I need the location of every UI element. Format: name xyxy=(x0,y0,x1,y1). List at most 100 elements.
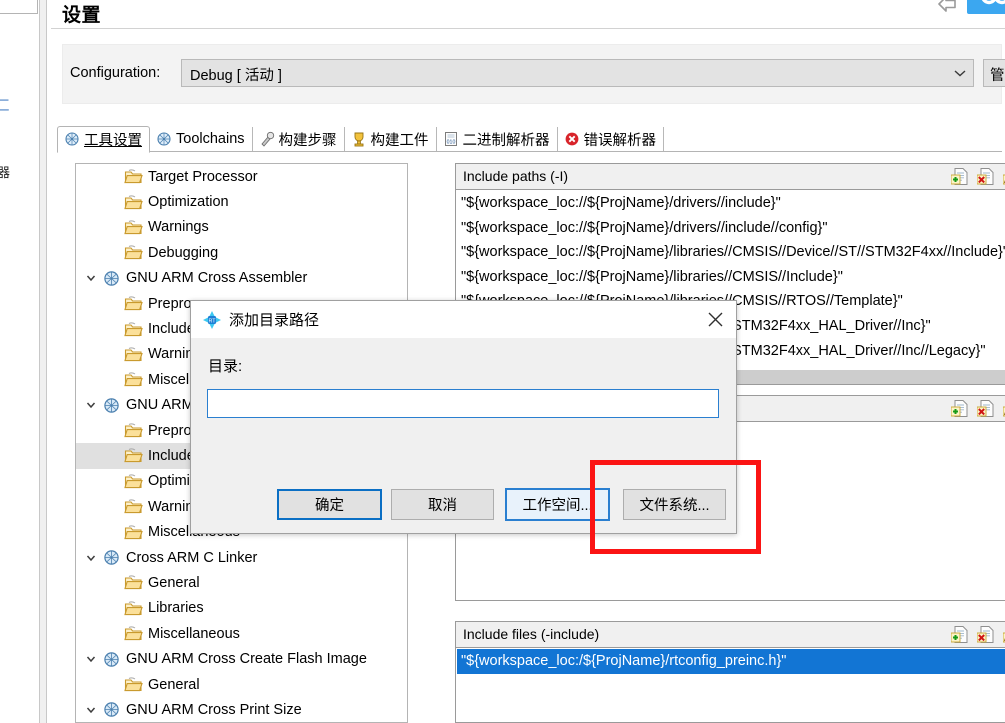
tab-2[interactable]: Toolchains xyxy=(150,127,253,152)
build-artifact-icon xyxy=(351,131,367,147)
tab-label: 构建工件 xyxy=(370,132,429,149)
dialog-button-4[interactable]: 文件系统... xyxy=(623,489,726,520)
folder-icon xyxy=(124,371,143,388)
tree-item-3[interactable]: Warnings xyxy=(76,215,407,240)
tree-item-21[interactable]: General xyxy=(76,672,407,697)
tree-item-label: General xyxy=(148,574,200,591)
tree-item-18[interactable]: Libraries xyxy=(76,596,407,621)
error-parser-icon xyxy=(564,131,580,147)
tree-item-4[interactable]: Debugging xyxy=(76,240,407,265)
delete-icon[interactable] xyxy=(976,399,995,418)
folder-icon xyxy=(124,524,143,541)
tree-item-label: GNU ARM Cross Assembler xyxy=(126,270,308,287)
manage-configurations-button[interactable]: 管理配置... xyxy=(983,59,1005,87)
tree-item-1[interactable]: Target Processor xyxy=(76,164,407,189)
delete-icon[interactable] xyxy=(976,167,995,186)
chevron-down-icon[interactable] xyxy=(80,552,102,564)
tab-1[interactable]: 工具设置 xyxy=(57,126,150,153)
include-path-item[interactable]: "${workspace_loc://${ProjName}/drivers//… xyxy=(457,191,1005,216)
tree-item-label: General xyxy=(148,676,200,693)
tree-item-label: Miscellaneous xyxy=(148,625,240,642)
include-path-item[interactable]: "${workspace_loc://${ProjName}/libraries… xyxy=(457,265,1005,290)
tab-4[interactable]: 构建工件 xyxy=(345,127,437,152)
dialog-titlebar: RT 添加目录路径 xyxy=(191,301,736,338)
tree-item-17[interactable]: General xyxy=(76,570,407,595)
include-paths-toolbar xyxy=(950,167,1005,186)
tree-item-5[interactable]: GNU ARM Cross Assembler xyxy=(76,266,407,291)
include-paths-header: Include paths (-I) xyxy=(456,164,1005,190)
tree-item-20[interactable]: GNU ARM Cross Create Flash Image xyxy=(76,646,407,671)
include-files-mid-toolbar xyxy=(950,399,1005,418)
include-file-item[interactable]: "${workspace_loc:/${ProjName}/rtconfig_p… xyxy=(457,649,1005,674)
folder-icon xyxy=(124,321,143,338)
settings-tabbar: 工具设置 Toolchains 构建步骤 构建工件 010 二进制解析器 错误解析器 xyxy=(57,126,665,153)
add-icon[interactable] xyxy=(950,167,969,186)
include-path-item[interactable]: "${workspace_loc://${ProjName}/drivers//… xyxy=(457,216,1005,241)
close-icon[interactable] xyxy=(700,306,730,332)
add-icon[interactable] xyxy=(950,625,969,644)
include-files-list[interactable]: "${workspace_loc:/${ProjName}/rtconfig_p… xyxy=(457,649,1005,722)
configuration-select[interactable]: Debug [ 活动 ] xyxy=(181,59,974,87)
folder-icon xyxy=(124,346,143,363)
tab-3[interactable]: 构建步骤 xyxy=(253,127,345,152)
tree-item-22[interactable]: GNU ARM Cross Print Size xyxy=(76,697,407,722)
tree-item-19[interactable]: Miscellaneous xyxy=(76,621,407,646)
folder-icon xyxy=(124,447,143,464)
tree-item-label: GNU ARM Cross Create Flash Image xyxy=(126,651,367,668)
tab-5[interactable]: 010 二进制解析器 xyxy=(437,127,558,152)
folder-icon xyxy=(124,168,143,185)
tool-settings-icon xyxy=(64,131,80,147)
dialog-button-3[interactable]: 工作空间... xyxy=(505,488,610,521)
folder-icon xyxy=(124,498,143,515)
dialog-button-label: 文件系统... xyxy=(639,498,710,514)
tree-item-label: Warnings xyxy=(148,219,209,236)
chevron-down-icon xyxy=(947,60,973,86)
include-files-caption: Include files (-include) xyxy=(463,626,600,642)
tree-item-label: Cross ARM C Linker xyxy=(126,549,258,566)
tree-item-label: Debugging xyxy=(148,244,219,261)
directory-input[interactable] xyxy=(207,389,719,418)
folder-icon xyxy=(124,473,143,490)
toolchain-icon xyxy=(102,701,121,718)
folder-icon xyxy=(124,574,143,591)
tree-item-label: GNU ARM Cross Print Size xyxy=(126,701,302,718)
dialog-button-label: 取消 xyxy=(428,498,457,514)
directory-field-label: 目录: xyxy=(208,358,243,375)
chevron-down-icon[interactable] xyxy=(80,653,102,665)
folder-icon xyxy=(124,676,143,693)
title-divider xyxy=(51,28,1005,29)
tab-6[interactable]: 错误解析器 xyxy=(558,127,665,152)
delete-icon[interactable] xyxy=(976,625,995,644)
tree-item-label: Target Processor xyxy=(148,168,258,185)
folder-icon xyxy=(124,295,143,312)
dialog-button-1[interactable]: 确定 xyxy=(277,489,382,520)
folder-icon xyxy=(124,219,143,236)
folder-icon xyxy=(124,194,143,211)
dialog-body: 目录: 确定 取消 工作空间... 文件系统... xyxy=(191,338,736,533)
chevron-down-icon[interactable] xyxy=(80,399,102,411)
toolchains-icon xyxy=(156,131,172,147)
tab-label: 工具设置 xyxy=(84,132,142,149)
left-stub-column: 匚 器 xyxy=(0,0,38,723)
dialog-button-label: 确定 xyxy=(315,498,344,514)
dialog-title: 添加目录路径 xyxy=(229,312,320,329)
rt-thread-icon: RT xyxy=(202,310,222,330)
dialog-button-row: 确定 取消 工作空间... 文件系统... xyxy=(191,488,736,521)
include-files-toolbar xyxy=(950,625,1005,644)
link-icon-button[interactable] xyxy=(967,0,1005,14)
chevron-down-icon[interactable] xyxy=(80,704,102,716)
chevron-down-icon[interactable] xyxy=(80,272,102,284)
tree-item-2[interactable]: Optimization xyxy=(76,189,407,214)
tab-label: 构建步骤 xyxy=(278,132,337,149)
toolchain-icon xyxy=(102,270,121,287)
tree-item-16[interactable]: Cross ARM C Linker xyxy=(76,545,407,570)
add-icon[interactable] xyxy=(950,399,969,418)
tab-label: 二进制解析器 xyxy=(462,132,550,149)
dialog-button-2[interactable]: 取消 xyxy=(391,489,494,520)
back-arrow-icon[interactable] xyxy=(935,0,961,16)
tabbar-baseline xyxy=(57,151,1002,152)
left-stub-box xyxy=(0,0,38,14)
configuration-strip: Configuration: Debug [ 活动 ] 管理配置... xyxy=(62,44,1005,104)
include-path-item[interactable]: "${workspace_loc://${ProjName}/libraries… xyxy=(457,240,1005,265)
toolchain-icon xyxy=(102,397,121,414)
